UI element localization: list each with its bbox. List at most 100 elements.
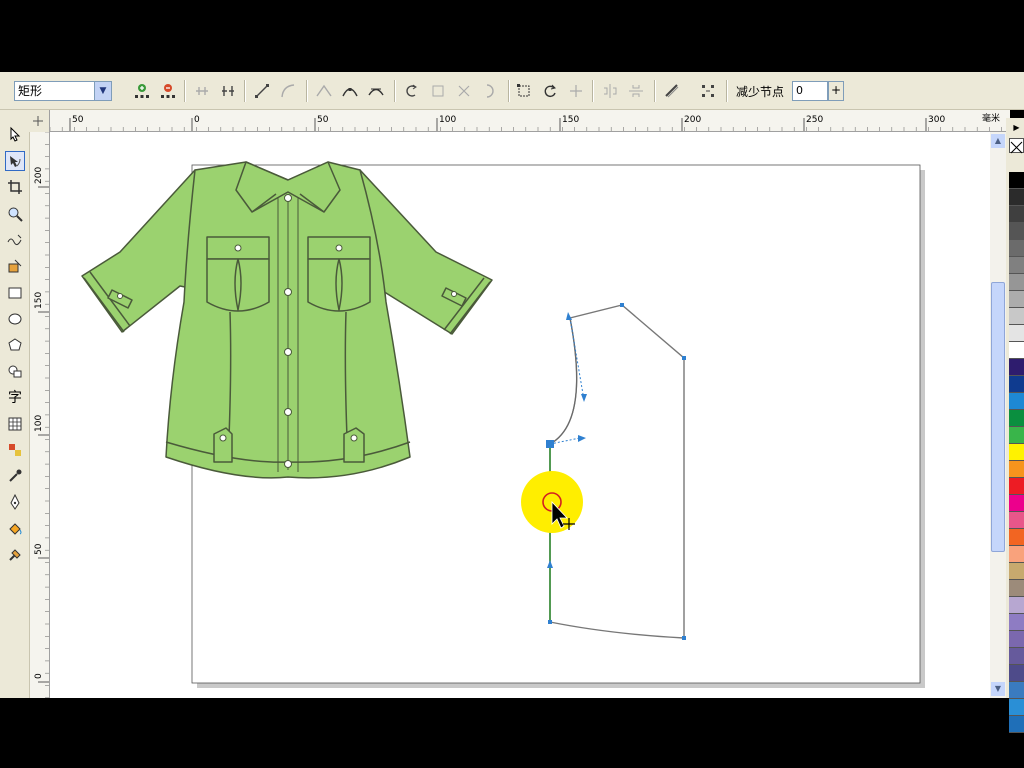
color-swatch[interactable] [1009,631,1024,648]
smart-fill-tool[interactable] [5,256,25,276]
smart-fill-icon [8,259,22,273]
color-swatch[interactable] [1009,274,1024,291]
reflect-v-button[interactable] [626,81,646,101]
eyedropper-tool[interactable] [5,466,25,486]
text-tool[interactable]: 字 [5,387,25,407]
stretch-nodes-button[interactable] [514,81,534,101]
color-swatch[interactable] [1009,699,1024,716]
color-swatch[interactable] [1009,597,1024,614]
reverse-direction-button[interactable] [402,81,422,101]
chevron-down-icon[interactable]: ▼ [94,82,111,100]
color-swatch[interactable] [1009,665,1024,682]
reduce-nodes-input[interactable]: 0 [792,81,828,101]
vertical-ruler[interactable]: 200 150 100 50 0 [30,131,50,699]
to-line-button[interactable] [252,81,272,101]
cusp-button[interactable] [314,81,334,101]
drawing-canvas[interactable] [50,132,990,698]
color-swatch[interactable] [1009,172,1024,189]
color-swatch[interactable] [1009,223,1024,240]
scroll-down-arrow[interactable]: ▼ [991,682,1005,696]
extract-icon [458,85,470,97]
color-swatch[interactable] [1009,189,1024,206]
rotate-nodes-button[interactable] [540,81,560,101]
auto-close-button[interactable] [480,81,500,101]
color-swatch[interactable] [1009,563,1024,580]
smooth-button[interactable] [340,81,360,101]
add-node-button[interactable] [132,81,152,101]
symmetric-icon [368,88,384,96]
color-swatch[interactable] [1009,648,1024,665]
button [234,244,242,252]
pick-tool[interactable] [5,124,25,144]
symmetric-button[interactable] [366,81,386,101]
color-swatch[interactable] [1009,342,1024,359]
color-swatch[interactable] [1009,580,1024,597]
table-tool[interactable] [5,414,25,434]
vertical-scrollbar[interactable]: ▲ ▼ [990,132,1006,698]
color-swatch[interactable] [1009,291,1024,308]
align-nodes-button[interactable] [566,81,586,101]
scroll-up-arrow[interactable]: ▲ [991,134,1005,148]
crop-tool[interactable] [5,177,25,197]
to-curve-button[interactable] [278,81,298,101]
freehand-tool[interactable] [5,230,25,250]
scroll-thumb[interactable] [991,282,1005,552]
rectangle-tool[interactable] [5,283,25,303]
color-swatch[interactable] [1009,495,1024,512]
polygon-tool[interactable] [5,335,25,355]
color-swatch[interactable] [1009,240,1024,257]
canvas-artwork[interactable] [50,132,990,698]
shape-type-select[interactable]: 矩形 ▼ [14,81,112,101]
color-swatch[interactable] [1009,376,1024,393]
polygon-icon [8,338,22,351]
color-swatch[interactable] [1009,359,1024,376]
color-swatch[interactable] [1009,461,1024,478]
zoom-tool[interactable] [5,204,25,224]
palette-scroll-up-icon[interactable]: ▶ [1009,122,1024,134]
letterbox-bottom [0,698,1024,768]
button [117,293,123,299]
extract-subpath-button[interactable] [454,81,474,101]
select-all-nodes-button[interactable] [698,81,718,101]
horizontal-ruler[interactable]: 50 0 50 100 150 200 250 300 [49,110,1010,132]
basic-shapes-tool[interactable] [5,361,25,381]
interactive-fill-tool[interactable] [5,545,25,565]
reduce-nodes-spinner[interactable]: + [828,81,844,101]
color-palette: ▶ [1006,118,1024,733]
break-curve-button[interactable] [218,81,238,101]
color-swatch[interactable] [1009,529,1024,546]
color-swatch[interactable] [1009,410,1024,427]
color-swatch[interactable] [1009,308,1024,325]
color-swatch[interactable] [1009,257,1024,274]
outline-tool[interactable] [5,492,25,512]
color-swatch[interactable] [1009,478,1024,495]
extend-curve-button[interactable] [428,81,448,101]
color-swatch[interactable] [1009,716,1024,733]
color-swatch[interactable] [1009,682,1024,699]
elastic-mode-button[interactable] [662,81,682,101]
join-nodes-button[interactable] [192,81,212,101]
color-swatch[interactable] [1009,546,1024,563]
color-swatch[interactable] [1009,512,1024,529]
color-swatch[interactable] [1009,444,1024,461]
delete-node-button[interactable] [158,81,178,101]
shape-tool[interactable] [5,151,25,171]
ruler-tick-label: 100 [439,115,456,125]
ruler-tick-label: 0 [34,673,44,679]
interactive-blend-tool[interactable] [5,440,25,460]
break-curve-icon [222,86,234,96]
no-color-swatch[interactable] [1009,138,1024,154]
color-swatch[interactable] [1009,325,1024,342]
reflect-h-icon [604,84,617,98]
fill-tool[interactable] [5,519,25,539]
ruler-tick-label: 300 [928,115,945,125]
color-swatch[interactable] [1009,206,1024,223]
ruler-tick-label: 0 [194,115,200,125]
color-swatch[interactable] [1009,427,1024,444]
ellipse-tool[interactable] [5,309,25,329]
ruler-tick-label: 200 [34,167,44,184]
color-swatch[interactable] [1009,614,1024,631]
color-swatch[interactable] [1009,393,1024,410]
reflect-h-button[interactable] [600,81,620,101]
left-pocket [206,258,270,312]
